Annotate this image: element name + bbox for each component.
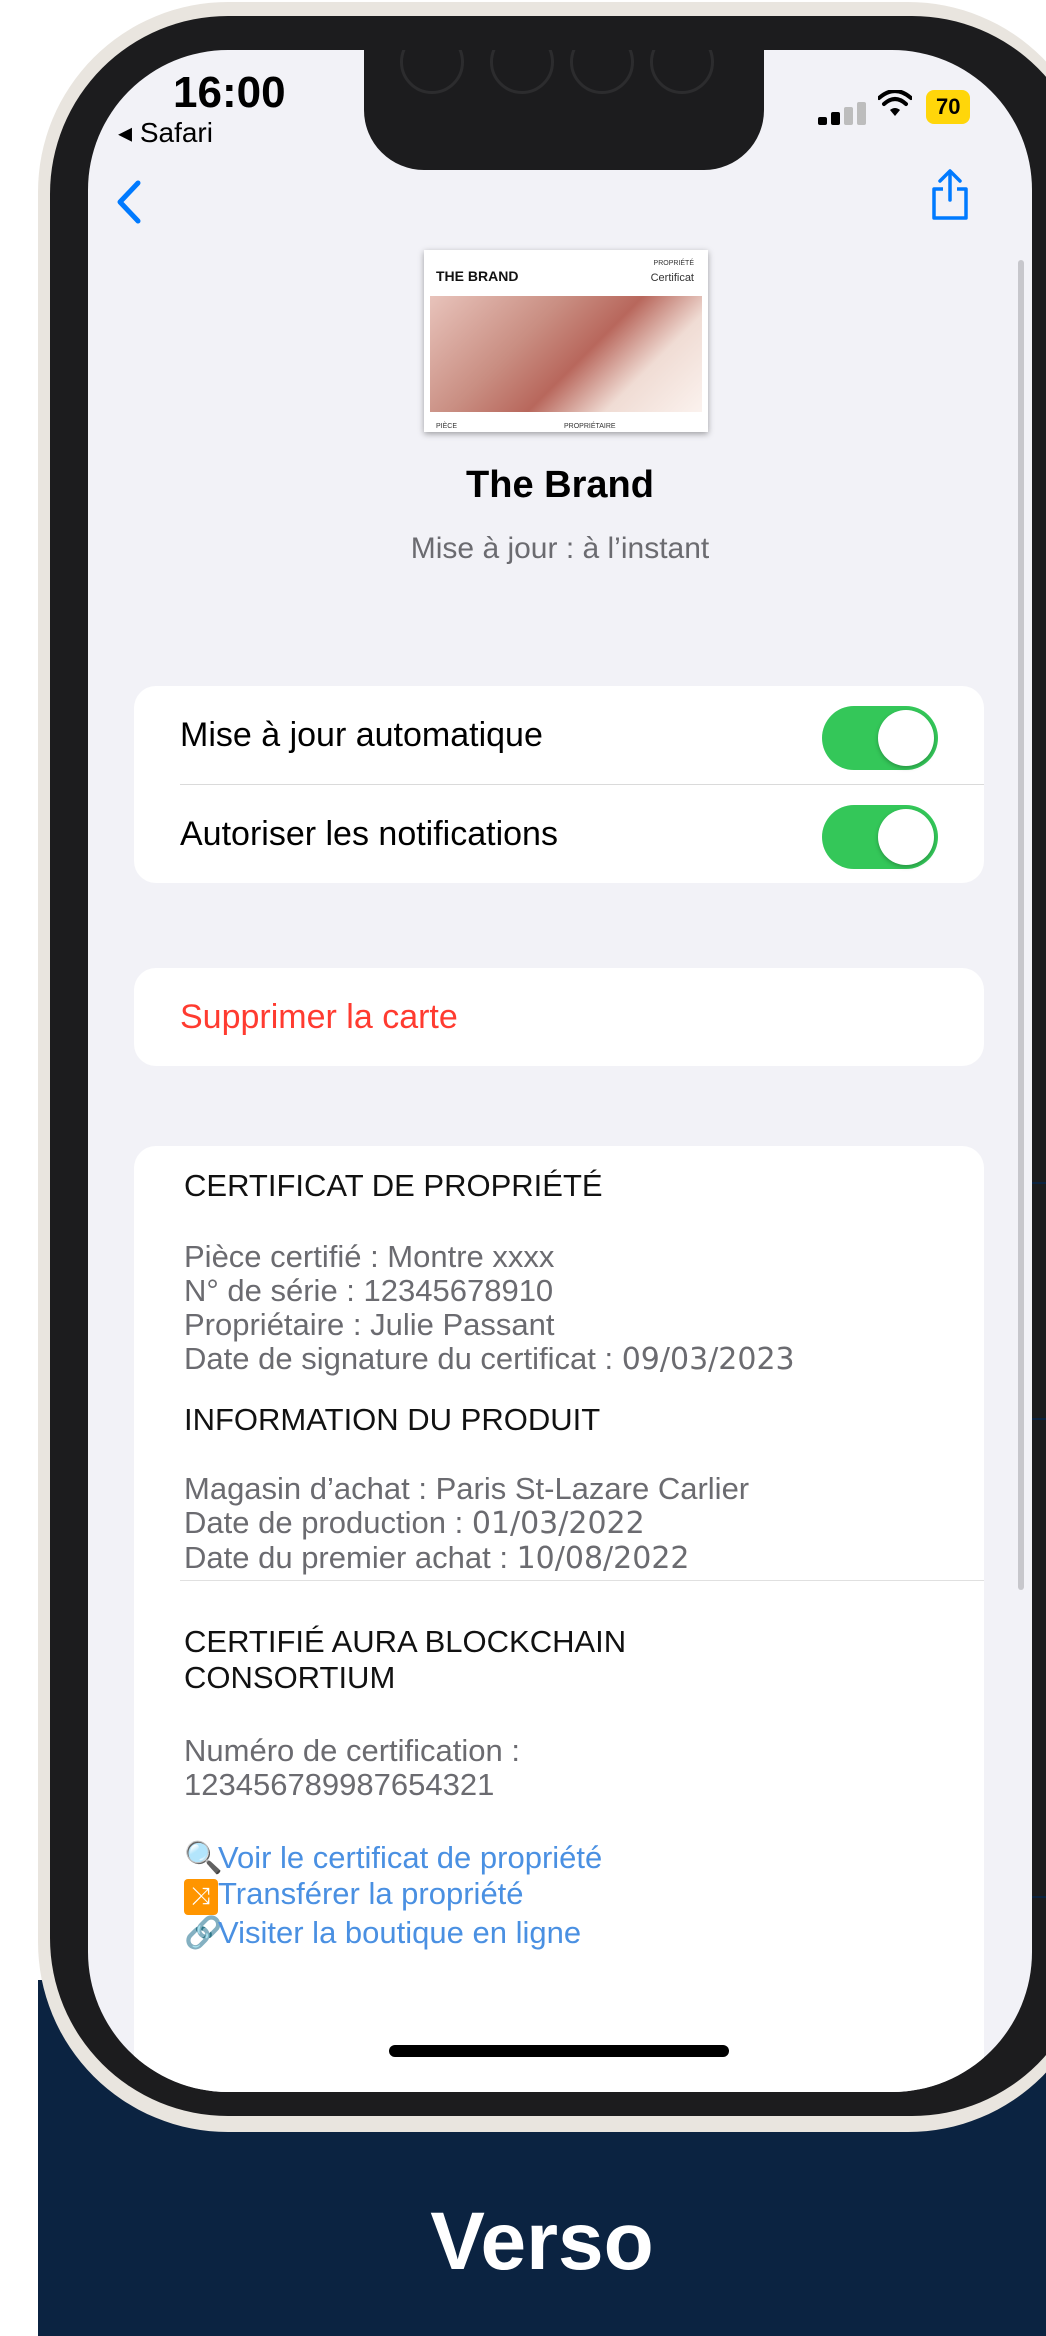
view-certificate-link[interactable]: 🔍Voir le certificat de propriété	[184, 1840, 602, 1876]
shuffle-icon: ⤨	[184, 1879, 218, 1915]
delete-group: Supprimer la carte	[134, 968, 984, 1066]
card-footer-owner: PROPRIÉTAIRE	[564, 423, 616, 430]
sensor-icon	[570, 50, 634, 94]
cellular-signal-icon	[818, 102, 870, 125]
scrollbar[interactable]	[1018, 260, 1024, 1590]
transfer-ownership-link[interactable]: ⤨ Transférer la propriété	[184, 1876, 602, 1915]
card-kind-small: PROPRIÉTÉ	[653, 260, 694, 267]
serial-line: N° de série : 12345678910	[184, 1273, 554, 1308]
first-purchase-line: Date du premier achat : 10/08/2022	[184, 1541, 749, 1576]
ownership-heading: CERTIFICAT DE PROPRIÉTÉ	[184, 1168, 603, 1203]
delete-card-button[interactable]: Supprimer la carte	[134, 968, 984, 1066]
ownership-details: Pièce certifié : Montre xxxx N° de série…	[184, 1240, 795, 1377]
divider	[180, 1580, 984, 1581]
auto-update-toggle[interactable]	[822, 706, 938, 770]
notifications-row: Autoriser les notifications	[180, 784, 984, 883]
status-time: 16:00	[173, 68, 286, 117]
card-title: The Brand	[466, 464, 654, 506]
signature-date: 09/03/2023	[621, 1342, 795, 1377]
product-details: Magasin d’achat : Paris St-Lazare Carlie…	[184, 1472, 749, 1576]
settings-group: Mise à jour automatique Autoriser les no…	[134, 686, 984, 883]
owner-line: Propriétaire : Julie Passant	[184, 1307, 555, 1342]
aura-heading-line-1: CERTIFIÉ AURA BLOCKCHAIN	[184, 1624, 627, 1659]
sensor-icon	[650, 50, 714, 94]
updated-status: Mise à jour : à l’instant	[410, 532, 710, 565]
magnifier-icon: 🔍	[184, 1840, 223, 1875]
battery-indicator: 70	[926, 90, 971, 124]
action-links: 🔍Voir le certificat de propriété ⤨ Transf…	[184, 1840, 602, 1951]
auto-update-label: Mise à jour automatique	[180, 715, 543, 754]
aura-heading-line-2: CONSORTIUM	[184, 1660, 396, 1695]
store-line: Magasin d’achat : Paris St-Lazare Carlie…	[184, 1471, 750, 1506]
product-photo	[430, 296, 702, 412]
caption-verso: Verso	[430, 2196, 654, 2287]
notch	[364, 50, 764, 170]
camera-icon	[400, 50, 464, 94]
piece-line: Pièce certifié : Montre xxxx	[184, 1239, 555, 1274]
wifi-icon	[877, 89, 913, 123]
certification-number-block: Numéro de certification : 12345678998765…	[184, 1734, 520, 1802]
signature-line: Date de signature du certificat : 09/03/…	[184, 1342, 795, 1377]
first-purchase-label: Date du premier achat :	[184, 1540, 508, 1575]
notifications-toggle[interactable]	[822, 805, 938, 869]
production-label: Date de production :	[184, 1505, 464, 1540]
brand-logo: THE BRAND	[436, 268, 519, 284]
card-kind: Certificat	[650, 272, 694, 284]
product-heading: INFORMATION DU PRODUIT	[184, 1402, 601, 1437]
view-certificate-label: Voir le certificat de propriété	[218, 1840, 603, 1875]
signature-label: Date de signature du certificat :	[184, 1341, 614, 1376]
production-line: Date de production : 01/03/2022	[184, 1506, 749, 1541]
aura-heading: CERTIFIÉ AURA BLOCKCHAIN CONSORTIUM	[184, 1624, 626, 1696]
auto-update-row: Mise à jour automatique	[134, 686, 984, 784]
production-date: 01/03/2022	[471, 1506, 645, 1541]
sensor-icon	[490, 50, 554, 94]
home-indicator	[389, 2045, 729, 2057]
card-footer-piece: PIÈCE	[436, 423, 458, 430]
notifications-label: Autoriser les notifications	[180, 814, 558, 853]
visit-shop-label: Visiter la boutique en ligne	[218, 1915, 582, 1950]
cert-number-label: Numéro de certification :	[184, 1733, 520, 1768]
card-thumbnail: THE BRAND PROPRIÉTÉ Certificat PIÈCE PRO…	[424, 250, 708, 432]
back-chevron-icon[interactable]	[116, 180, 142, 229]
transfer-ownership-label: Transférer la propriété	[218, 1876, 524, 1911]
cert-number: 123456789987654321	[184, 1767, 495, 1802]
certificate-details: CERTIFICAT DE PROPRIÉTÉ Pièce certifié :…	[134, 1146, 984, 2092]
link-icon: 🔗	[184, 1915, 223, 1950]
back-to-safari-link[interactable]: ◂ Safari	[118, 116, 213, 149]
share-icon[interactable]	[928, 168, 972, 227]
visit-shop-link[interactable]: 🔗Visiter la boutique en ligne	[184, 1915, 602, 1951]
first-purchase-date: 10/08/2022	[516, 1541, 690, 1576]
phone-screen: 16:00 ◂ Safari 70 THE BRAND PROPRIÉTÉ Ce…	[88, 50, 1032, 2092]
